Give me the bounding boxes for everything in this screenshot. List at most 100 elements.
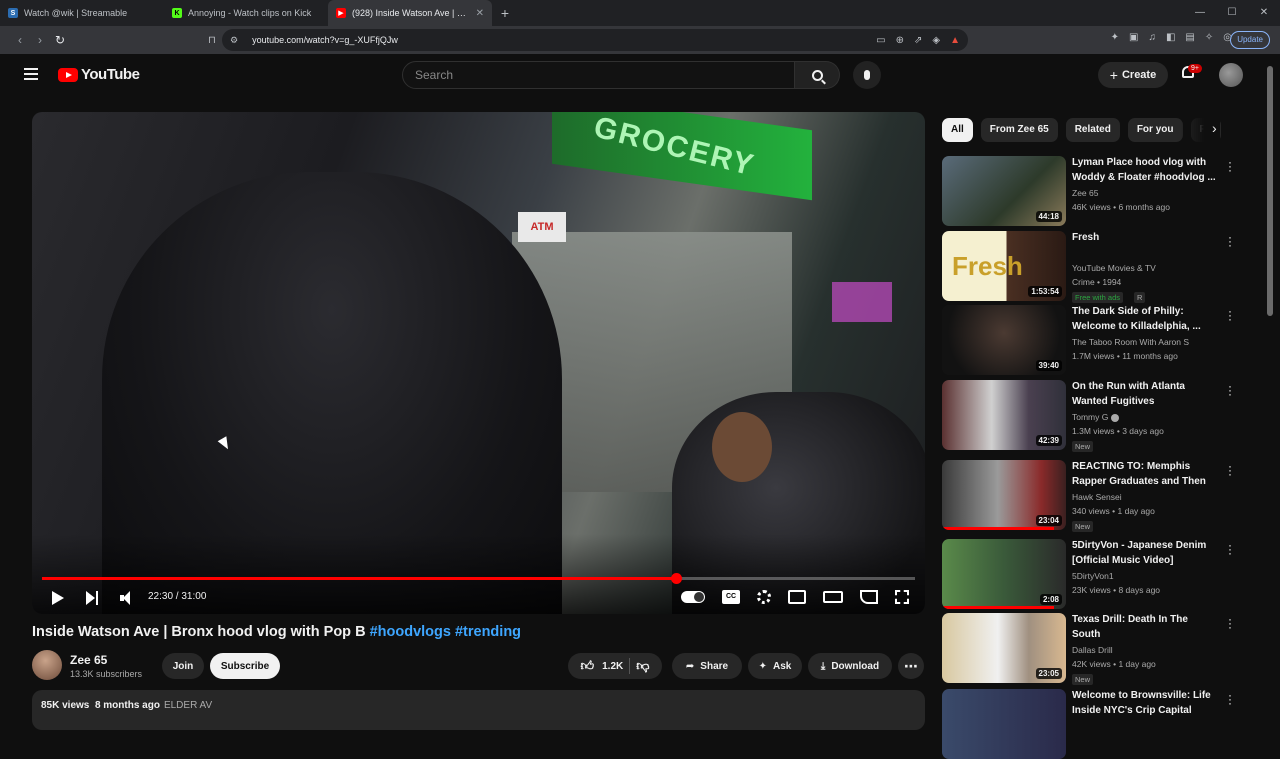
cast-tv-icon[interactable] [860, 590, 878, 604]
recommended-title[interactable]: Welcome to Brownsville: Life Inside NYC'… [1072, 689, 1217, 718]
forward-button[interactable]: › [30, 33, 50, 47]
video-thumbnail[interactable]: 23:04 [942, 460, 1066, 530]
video-thumbnail[interactable]: Fresh 1:53:54 [942, 231, 1066, 301]
new-tab-button[interactable]: + [492, 5, 518, 21]
recommended-video[interactable]: 42:39 On the Run with Atlanta Wanted Fugi… [942, 380, 1242, 452]
join-button[interactable]: Join [162, 653, 204, 679]
recommended-channel[interactable]: The Taboo Room With Aaron S [1072, 337, 1189, 347]
video-thumbnail[interactable]: 42:39 [942, 380, 1066, 450]
filter-chip[interactable]: From Zee 65 [980, 118, 1058, 142]
recommended-video[interactable]: 23:05 Texas Drill: Death In The South Dall… [942, 613, 1242, 685]
scrubber-handle[interactable] [670, 573, 682, 584]
zoom-icon[interactable]: ⊕ [896, 35, 904, 46]
maximize-button[interactable]: ☐ [1216, 0, 1248, 26]
recommended-video[interactable]: 39:40 The Dark Side of Philly: Welcome to… [942, 305, 1242, 375]
more-options-icon[interactable]: · · · [1228, 231, 1232, 251]
close-window-button[interactable]: ✕ [1248, 0, 1280, 26]
chevron-right-icon[interactable]: › [1212, 120, 1217, 136]
share-button[interactable]: ➦ Share [672, 653, 742, 679]
dislike-button[interactable]: 👎︎ [636, 658, 649, 674]
bookmark-icon[interactable]: ⊓ [208, 35, 216, 46]
autoplay-toggle[interactable] [681, 591, 705, 603]
ask-button[interactable]: ✦ Ask [748, 653, 802, 679]
leo-icon[interactable]: ✧ [1205, 32, 1213, 43]
channel-avatar[interactable] [32, 650, 62, 680]
brave-shield-icon[interactable]: ◈ [932, 35, 940, 46]
recommended-video[interactable]: Welcome to Brownsville: Life Inside NYC'… [942, 689, 1242, 759]
progress-bar[interactable] [42, 573, 915, 584]
volume-icon[interactable] [120, 591, 136, 605]
more-options-icon[interactable]: · · · [1228, 156, 1232, 176]
settings-gear-icon[interactable] [757, 590, 771, 604]
recommended-channel[interactable]: Tommy G [1072, 412, 1120, 422]
site-info-icon[interactable]: ⚙ [230, 35, 238, 46]
video-title-hashtags[interactable]: #hoodvlogs #trending [370, 624, 521, 640]
video-thumbnail[interactable]: 39:40 [942, 305, 1066, 375]
recommended-channel[interactable]: 5DirtyVon1 [1072, 571, 1114, 581]
fullscreen-icon[interactable] [895, 590, 909, 604]
search-input[interactable]: Search [402, 61, 795, 89]
video-thumbnail[interactable] [942, 689, 1066, 759]
video-thumbnail[interactable]: 23:05 [942, 613, 1066, 683]
more-options-icon[interactable]: · · · [1228, 689, 1232, 709]
rewards-icon[interactable]: ▲ [950, 35, 960, 46]
recommended-video[interactable]: 44:18 Lyman Place hood vlog with Woddy & … [942, 156, 1242, 226]
description-hashtag[interactable]: ELDER AV [164, 700, 212, 711]
filter-chip[interactable]: Related [1065, 118, 1120, 142]
more-options-icon[interactable]: · · · [1228, 305, 1232, 325]
sidebar-icon[interactable]: ◧ [1166, 32, 1175, 43]
music-icon[interactable]: ♫ [1148, 32, 1156, 43]
wallet-icon[interactable]: ▤ [1185, 32, 1194, 43]
close-tab-icon[interactable]: ✕ [476, 8, 484, 19]
cast-icon[interactable]: ▭ [876, 35, 885, 46]
menu-icon[interactable] [24, 68, 38, 80]
more-options-icon[interactable]: · · · [1228, 380, 1232, 400]
voice-search-button[interactable] [853, 61, 881, 89]
browser-tab[interactable]: ▶ (928) Inside Watson Ave | Bronx ✕ [328, 0, 492, 26]
create-button[interactable]: + Create [1098, 62, 1168, 88]
captions-icon[interactable]: CC [722, 590, 740, 604]
youtube-logo[interactable]: YouTube [58, 66, 140, 83]
account-avatar[interactable] [1219, 63, 1243, 87]
like-button[interactable]: 👍︎ 1.2K [581, 658, 624, 674]
download-button[interactable]: ⤓ Download [808, 653, 892, 679]
share-icon[interactable]: ⇗ [914, 35, 922, 46]
url-field[interactable]: ⊓ ⚙ youtube.com/watch?v=g_-XUFfjQJw ▭ ⊕ … [208, 29, 968, 51]
page-scrollbar[interactable] [1267, 66, 1273, 316]
recommended-channel[interactable]: YouTube Movies & TV [1072, 263, 1156, 273]
more-actions-button[interactable]: ⋯ [898, 653, 924, 679]
recommended-channel[interactable]: Zee 65 [1072, 188, 1098, 198]
extensions-icon[interactable]: ✦ [1111, 32, 1119, 43]
more-options-icon[interactable]: · · · [1228, 460, 1232, 480]
video-player[interactable]: GROCERY ATM 22:30 / 31:00 CC [32, 112, 925, 614]
theater-mode-icon[interactable] [823, 591, 843, 603]
channel-name[interactable]: Zee 65 [70, 653, 107, 667]
recommended-title[interactable]: The Dark Side of Philly: Welcome to Kill… [1072, 305, 1217, 334]
recommended-title[interactable]: Fresh [1072, 231, 1217, 246]
recommended-channel[interactable]: Dallas Drill [1072, 645, 1113, 655]
recommended-title[interactable]: 5DirtyVon - Japanese Denim [Official Mus… [1072, 539, 1217, 568]
recommended-title[interactable]: On the Run with Atlanta Wanted Fugitives [1072, 380, 1217, 409]
recommended-video[interactable]: Fresh 1:53:54 Fresh YouTube Movies & TV Crim… [942, 231, 1242, 303]
search-button[interactable] [795, 61, 840, 89]
next-icon[interactable] [86, 591, 100, 605]
recommended-title[interactable]: REACTING TO: Memphis Rapper Graduates an… [1072, 460, 1217, 489]
recommended-video[interactable]: 23:04 REACTING TO: Memphis Rapper Graduat… [942, 460, 1242, 532]
description-box[interactable]: 85K views 8 months ago ELDER AV [32, 690, 925, 730]
browser-tab[interactable]: K Annoying - Watch clips on Kick [164, 0, 328, 26]
recommended-title[interactable]: Lyman Place hood vlog with Woddy & Float… [1072, 156, 1217, 185]
more-options-icon[interactable]: · · · [1228, 613, 1232, 633]
recommended-channel[interactable]: Hawk Sensei [1072, 492, 1122, 502]
recommended-video[interactable]: 2:08 5DirtyVon - Japanese Denim [Official… [942, 539, 1242, 609]
video-thumbnail[interactable]: 2:08 [942, 539, 1066, 609]
filter-chip[interactable]: For you [1127, 118, 1183, 142]
miniplayer-icon[interactable] [788, 590, 806, 604]
video-thumbnail[interactable]: 44:18 [942, 156, 1066, 226]
back-button[interactable]: ‹ [10, 33, 30, 47]
recommended-title[interactable]: Texas Drill: Death In The South [1072, 613, 1217, 642]
subscribe-button[interactable]: Subscribe [210, 653, 280, 679]
reading-list-icon[interactable]: ▣ [1129, 32, 1138, 43]
reload-button[interactable]: ↻ [50, 33, 70, 47]
more-options-icon[interactable]: · · · [1228, 539, 1232, 559]
update-button[interactable]: Update [1230, 31, 1270, 49]
